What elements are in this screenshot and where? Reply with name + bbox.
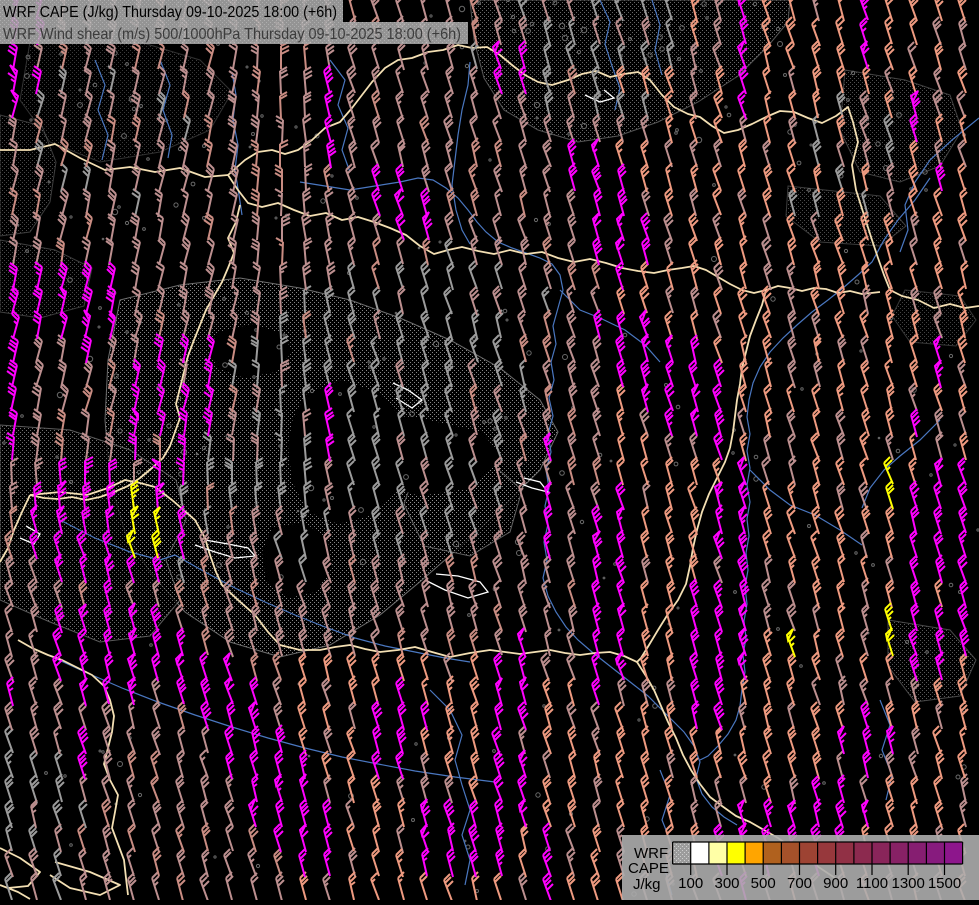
svg-text:J/kg: J/kg [633,876,661,893]
svg-text:700: 700 [787,875,812,892]
svg-text:WRF Wind shear (m/s) 500/1000h: WRF Wind shear (m/s) 500/1000hPa Thursda… [3,26,461,43]
svg-text:100: 100 [678,875,703,892]
svg-text:500: 500 [751,875,776,892]
svg-text:300: 300 [714,875,739,892]
svg-text:1100: 1100 [856,875,888,892]
svg-text:1500: 1500 [928,875,961,892]
svg-text:900: 900 [823,875,848,892]
svg-text:CAPE: CAPE [628,860,669,877]
svg-text:1300: 1300 [892,875,925,892]
svg-text:WRF CAPE (J/kg) Thursday 09-10: WRF CAPE (J/kg) Thursday 09-10-2025 18:0… [3,4,337,21]
